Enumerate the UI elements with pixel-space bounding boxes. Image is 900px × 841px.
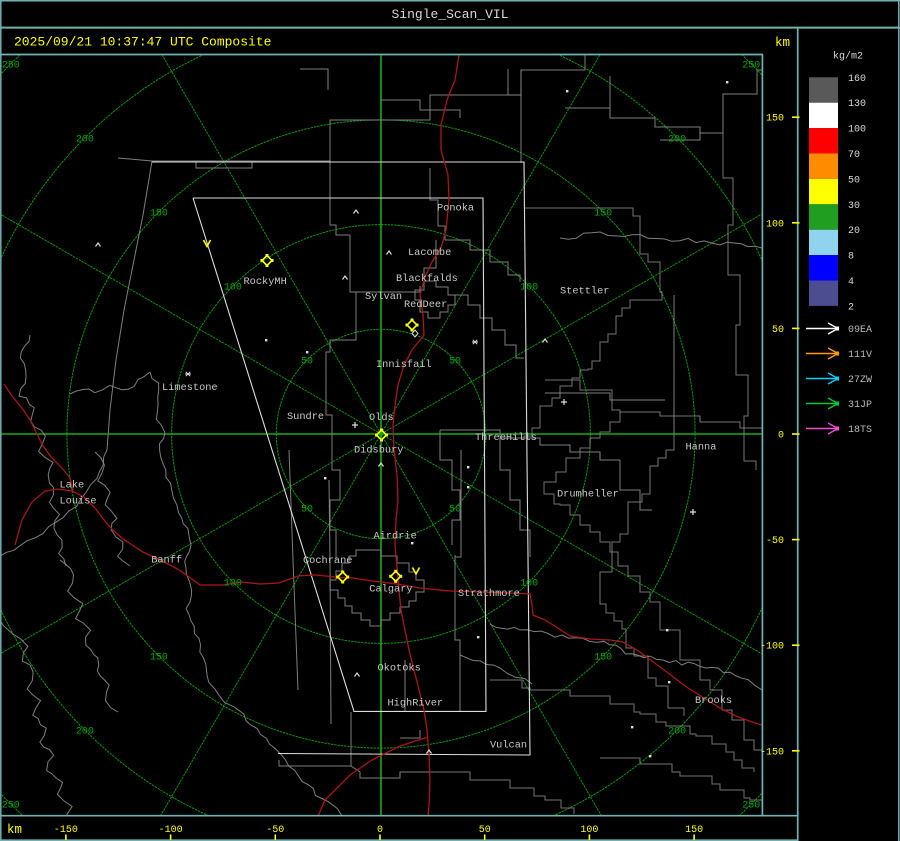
svg-text:100: 100 [580, 825, 598, 836]
svg-text:Stettler: Stettler [560, 286, 609, 298]
svg-text:50: 50 [772, 325, 784, 336]
svg-text:250: 250 [2, 60, 20, 71]
svg-text:27ZW: 27ZW [848, 375, 872, 386]
svg-text:150: 150 [594, 653, 612, 664]
svg-text:150: 150 [150, 208, 168, 219]
svg-text:-100: -100 [159, 825, 183, 836]
svg-text:09EA: 09EA [848, 325, 872, 336]
svg-text:Innisfail: Innisfail [376, 359, 432, 371]
svg-text:250: 250 [742, 60, 760, 71]
svg-text:8: 8 [848, 252, 854, 263]
svg-text:ThreeHills: ThreeHills [475, 432, 537, 444]
svg-text:km: km [775, 36, 790, 50]
svg-text:31JP: 31JP [848, 400, 872, 411]
svg-text:100: 100 [224, 579, 242, 590]
svg-text:2: 2 [848, 302, 854, 313]
svg-text:250: 250 [742, 801, 760, 812]
svg-text:150: 150 [594, 208, 612, 219]
svg-text:200: 200 [76, 134, 94, 145]
svg-text:100: 100 [520, 579, 538, 590]
svg-text:Banff: Banff [151, 555, 182, 567]
svg-text:150: 150 [150, 653, 168, 664]
svg-text:200: 200 [76, 727, 94, 738]
svg-text:150: 150 [685, 825, 703, 836]
svg-text:160: 160 [848, 74, 866, 85]
svg-text:4: 4 [848, 277, 854, 288]
svg-text:-150: -150 [760, 747, 784, 758]
svg-text:Olds: Olds [369, 412, 394, 424]
svg-text:30: 30 [848, 201, 860, 212]
svg-text:70: 70 [848, 150, 860, 161]
svg-text:50: 50 [848, 175, 860, 186]
svg-text:Sundre: Sundre [287, 411, 324, 423]
svg-text:50: 50 [479, 825, 491, 836]
svg-text:Cochrane: Cochrane [303, 555, 352, 567]
svg-text:Calgary: Calgary [369, 583, 412, 595]
svg-text:50: 50 [449, 505, 461, 516]
svg-text:Drumheller: Drumheller [557, 489, 619, 501]
svg-text:2025/09/21 10:37:47 UTC Compos: 2025/09/21 10:37:47 UTC Composite [14, 35, 271, 50]
svg-text:Okotoks: Okotoks [378, 662, 421, 674]
svg-text:Vulcan: Vulcan [490, 739, 527, 751]
svg-text:Ponoka: Ponoka [437, 203, 474, 215]
svg-text:111V: 111V [848, 350, 872, 361]
svg-text:km: km [7, 823, 22, 837]
svg-text:Lacombe: Lacombe [408, 247, 451, 259]
svg-text:0: 0 [377, 825, 383, 836]
svg-text:-50: -50 [766, 536, 784, 547]
svg-text:Louise: Louise [60, 496, 97, 508]
svg-text:Single_Scan_VIL: Single_Scan_VIL [391, 7, 508, 22]
svg-text:-50: -50 [266, 825, 284, 836]
svg-text:250: 250 [2, 801, 20, 812]
svg-text:0: 0 [778, 431, 784, 442]
svg-text:Limestone: Limestone [162, 382, 218, 394]
svg-text:100: 100 [520, 282, 538, 293]
svg-text:-150: -150 [54, 825, 78, 836]
svg-text:-100: -100 [760, 642, 784, 653]
svg-text:100: 100 [766, 219, 784, 230]
svg-text:Hanna: Hanna [686, 442, 717, 454]
svg-text:Blackfalds: Blackfalds [396, 273, 458, 285]
svg-text:50: 50 [301, 357, 313, 368]
svg-text:HighRiver: HighRiver [388, 697, 444, 709]
svg-text:Didsbury: Didsbury [354, 445, 403, 457]
svg-text:Lake: Lake [60, 480, 85, 492]
svg-text:RedDeer: RedDeer [404, 299, 447, 311]
svg-text:200: 200 [668, 727, 686, 738]
svg-text:Strathmore: Strathmore [458, 588, 520, 600]
svg-text:50: 50 [449, 357, 461, 368]
svg-text:Sylvan: Sylvan [365, 291, 402, 303]
svg-text:100: 100 [848, 125, 866, 136]
svg-text:200: 200 [668, 134, 686, 145]
svg-text:18TS: 18TS [848, 425, 872, 436]
svg-text:20: 20 [848, 226, 860, 237]
svg-text:Airdrie: Airdrie [374, 530, 417, 542]
svg-text:RockyMH: RockyMH [244, 276, 287, 288]
svg-text:130: 130 [848, 99, 866, 110]
svg-text:50: 50 [301, 505, 313, 516]
svg-text:Brooks: Brooks [695, 695, 732, 707]
svg-text:kg/m2: kg/m2 [833, 51, 863, 63]
svg-text:100: 100 [224, 282, 242, 293]
svg-text:150: 150 [766, 114, 784, 125]
